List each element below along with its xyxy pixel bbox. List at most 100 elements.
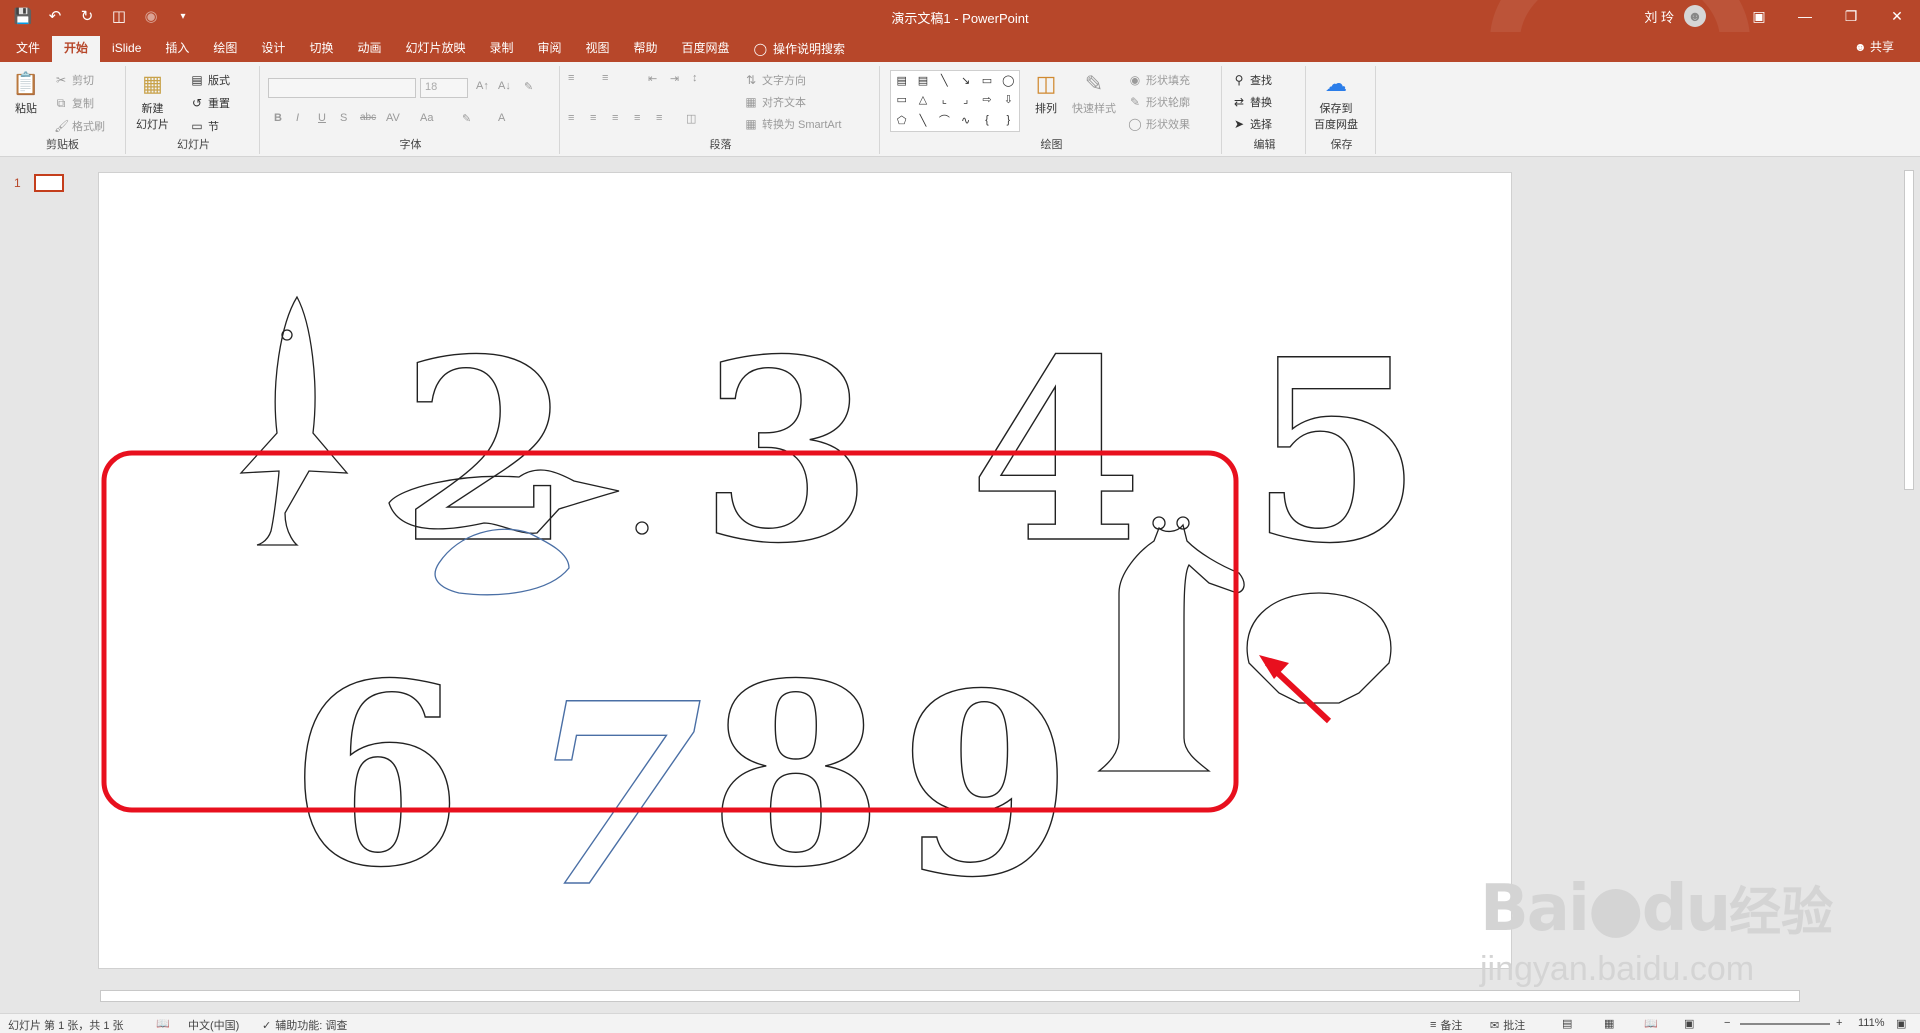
font-color-button[interactable]: A <box>498 112 505 124</box>
zoom-out-button[interactable]: − <box>1724 1017 1730 1029</box>
italic-button[interactable]: I <box>296 112 299 124</box>
justify-button[interactable]: ≡ <box>634 112 640 124</box>
increase-indent-button[interactable]: ⇥ <box>670 72 679 85</box>
clear-formatting-button[interactable]: ✎ <box>524 80 533 93</box>
vertical-textbox-shape-icon[interactable]: ▤ <box>918 74 928 87</box>
copy-button[interactable]: ⧉ 复制 <box>54 95 94 111</box>
rectangle-shape-icon[interactable]: ▭ <box>982 74 992 87</box>
shape-fill-button[interactable]: ◉ 形状填充 <box>1128 72 1190 88</box>
tab-review[interactable]: 审阅 <box>526 36 574 62</box>
share-button[interactable]: ☻ 共享 <box>1854 38 1894 55</box>
tab-baidu-netdisk[interactable]: 百度网盘 <box>670 36 742 62</box>
line-shape-icon[interactable]: ╲ <box>941 74 948 87</box>
distributed-button[interactable]: ≡ <box>656 112 662 124</box>
brace-right-shape-icon[interactable]: } <box>1006 114 1010 126</box>
minimize-button[interactable]: — <box>1782 0 1828 32</box>
replace-button[interactable]: ⇄ 替换 <box>1232 94 1272 110</box>
curve-shape-icon[interactable]: ⌒ <box>939 112 950 128</box>
close-button[interactable]: ✕ <box>1874 0 1920 32</box>
bold-button[interactable]: B <box>274 112 282 124</box>
user-name[interactable]: 刘 玲 <box>1644 7 1674 26</box>
underline-button[interactable]: U <box>318 112 326 124</box>
shrink-font-button[interactable]: A↓ <box>498 80 511 92</box>
shape-outline-button[interactable]: ✎ 形状轮廓 <box>1128 94 1190 110</box>
tab-record[interactable]: 录制 <box>477 36 525 62</box>
text-direction-button[interactable]: ⇅ 文字方向 <box>744 72 806 88</box>
strikethrough-button[interactable]: abc <box>360 112 376 123</box>
align-left-button[interactable]: ≡ <box>568 112 574 124</box>
notes-button[interactable]: ≡ 备注 <box>1430 1017 1462 1033</box>
line-spacing-button[interactable]: ↕ <box>692 72 698 84</box>
triangle-shape-icon[interactable]: △ <box>919 93 927 106</box>
columns-button[interactable]: ◫ <box>686 112 696 125</box>
paste-button[interactable]: 📋 粘贴 <box>10 68 42 116</box>
maximize-button[interactable]: ❐ <box>1828 0 1874 32</box>
convert-smartart-button[interactable]: ▦ 转换为 SmartArt <box>744 116 841 132</box>
reset-button[interactable]: ↺ 重置 <box>190 95 230 111</box>
digit-8[interactable]: 8 <box>708 627 883 922</box>
quick-styles-button[interactable]: ✎ 快速样式 <box>1072 68 1116 116</box>
tab-home[interactable]: 开始 <box>52 36 101 62</box>
select-button[interactable]: ➤ 选择 <box>1232 116 1272 132</box>
digit-7[interactable]: 7 <box>528 647 703 942</box>
highlight-button[interactable]: ✎ <box>462 112 471 125</box>
fit-slide-button[interactable]: ▣ <box>1896 1017 1906 1030</box>
cut-button[interactable]: ✂ 剪切 <box>54 72 94 88</box>
shapes-gallery[interactable]: ▤ ▤ ╲ ↘ ▭ ◯ ▭ △ ⌞ ⌟ ⇨ ⇩ ⬠ ╲ ⌒ ∿ { } <box>890 70 1020 132</box>
spelling-check[interactable]: 📖 <box>156 1017 170 1030</box>
align-right-button[interactable]: ≡ <box>612 112 618 124</box>
elbow2-shape-icon[interactable]: ⌟ <box>963 93 968 106</box>
zoom-in-button[interactable]: + <box>1836 1017 1842 1029</box>
grow-font-button[interactable]: A↑ <box>476 80 489 92</box>
comments-button[interactable]: ✉ 批注 <box>1490 1017 1525 1033</box>
tell-me-search[interactable]: ◯ 操作说明搜索 <box>742 36 857 62</box>
section-button[interactable]: ▭ 节 <box>190 118 219 134</box>
ribbon-display-options-button[interactable]: ▣ <box>1736 0 1782 32</box>
slide-canvas[interactable]: 2 3 4 5 6 7 8 9 <box>98 172 1512 969</box>
tab-animations[interactable]: 动画 <box>345 36 393 62</box>
save-to-netdisk-button[interactable]: ☁ 保存到 百度网盘 <box>1314 68 1358 132</box>
slide-sorter-button[interactable]: ▦ <box>1604 1017 1614 1030</box>
tab-islide[interactable]: iSlide <box>100 36 153 62</box>
oval-shape-icon[interactable]: ◯ <box>1002 74 1014 87</box>
tab-view[interactable]: 视图 <box>574 36 622 62</box>
freeform-shape-icon[interactable]: ∿ <box>961 114 970 127</box>
digit-5[interactable]: 5 <box>1248 303 1423 598</box>
accessibility-status[interactable]: ✓ 辅助功能: 调查 <box>262 1017 347 1033</box>
horizontal-scroll-thumb[interactable] <box>100 990 1800 1002</box>
shape-effects-button[interactable]: ◯ 形状效果 <box>1128 116 1190 132</box>
font-size-input[interactable]: 18 <box>420 78 468 98</box>
right-arrow-shape-icon[interactable]: ⇨ <box>982 93 991 106</box>
tab-transitions[interactable]: 切换 <box>297 36 345 62</box>
align-center-button[interactable]: ≡ <box>590 112 596 124</box>
slash-shape-icon[interactable]: ╲ <box>920 114 927 127</box>
tab-insert[interactable]: 插入 <box>153 36 201 62</box>
format-painter-button[interactable]: 🖌 格式刷 <box>54 118 105 134</box>
align-text-button[interactable]: ▦ 对齐文本 <box>744 94 806 110</box>
pentagon-shape-icon[interactable]: ⬠ <box>897 114 907 127</box>
char-spacing-button[interactable]: AV <box>386 112 400 124</box>
brace-left-shape-icon[interactable]: { <box>985 114 989 126</box>
user-avatar[interactable]: ☻ <box>1684 5 1706 27</box>
normal-view-button[interactable]: ▤ <box>1562 1017 1572 1030</box>
find-button[interactable]: ⚲ 查找 <box>1232 72 1272 88</box>
tab-help[interactable]: 帮助 <box>622 36 670 62</box>
down-arrow-shape-icon[interactable]: ⇩ <box>1004 93 1013 106</box>
horizontal-scrollbar[interactable] <box>84 987 1900 1005</box>
bullets-button[interactable]: ≡ <box>568 72 574 84</box>
slideshow-button[interactable]: ▣ <box>1684 1017 1694 1030</box>
shadow-button[interactable]: S <box>340 112 347 124</box>
tab-slideshow[interactable]: 幻灯片放映 <box>393 36 477 62</box>
tab-draw[interactable]: 绘图 <box>201 36 249 62</box>
zoom-slider[interactable] <box>1740 1023 1830 1025</box>
decrease-indent-button[interactable]: ⇤ <box>648 72 657 85</box>
slide-thumbnail[interactable] <box>34 174 64 192</box>
change-case-button[interactable]: Aa <box>420 112 433 124</box>
reading-view-button[interactable]: 📖 <box>1644 1017 1658 1030</box>
language-status[interactable]: 中文(中国) <box>188 1017 239 1033</box>
zoom-level[interactable]: 111% <box>1858 1017 1885 1029</box>
textbox-shape-icon[interactable]: ▤ <box>896 74 906 87</box>
layout-button[interactable]: ▤ 版式 <box>190 72 230 88</box>
arrange-button[interactable]: ◫ 排列 <box>1030 68 1062 116</box>
tab-design[interactable]: 设计 <box>249 36 297 62</box>
